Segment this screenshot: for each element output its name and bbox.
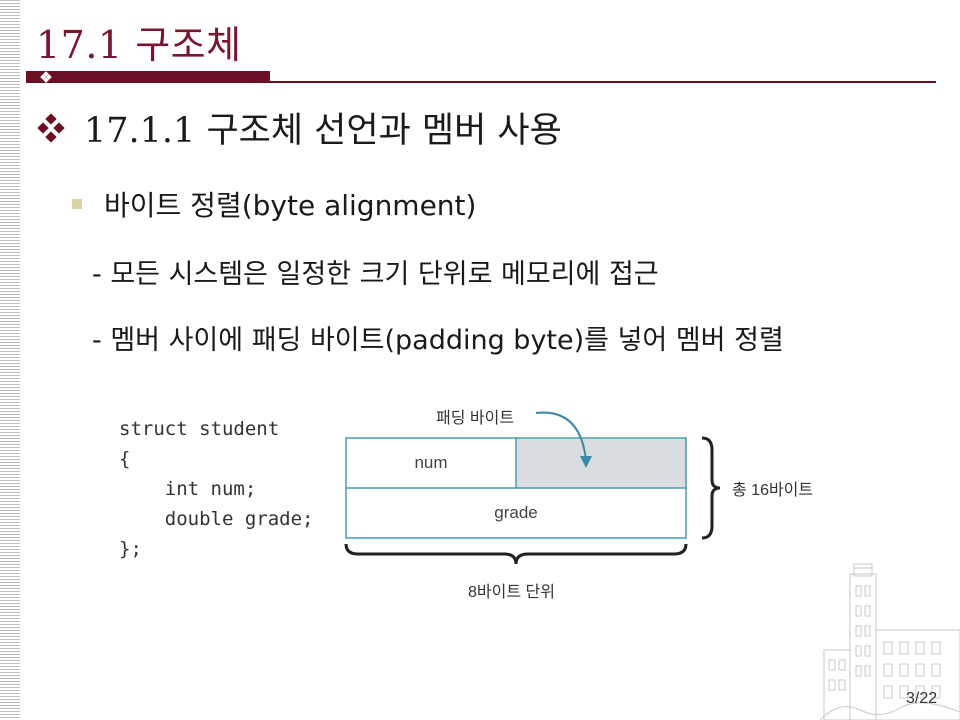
- subheading-text: 바이트 정렬(byte alignment): [104, 189, 477, 222]
- left-stripe-decoration: [0, 0, 20, 720]
- bottom-brace-icon: [344, 543, 688, 565]
- slide: 17.1 구조체 17.1.1 구조체 선언과 멤버 사용 바이트 정렬(byt…: [0, 0, 960, 720]
- slide-title: 17.1 구조체: [36, 23, 242, 67]
- padding-label: 패딩 바이트: [436, 410, 515, 427]
- code-line: struct student: [119, 418, 280, 440]
- section-heading-text: 17.1.1 구조체 선언과 멤버 사용: [84, 111, 562, 151]
- page-number: 3/22: [906, 690, 938, 707]
- point-1: - 모든 시스템은 일정한 크기 단위로 메모리에 접근: [92, 259, 659, 290]
- code-line: {: [119, 448, 131, 470]
- title-diamond-icon: [40, 71, 52, 83]
- subheading: 바이트 정렬(byte alignment): [72, 184, 476, 224]
- grade-cell-label: grade: [494, 503, 538, 522]
- code-line: double grade;: [119, 508, 314, 530]
- point-2: - 멤버 사이에 패딩 바이트(padding byte)를 넣어 멤버 정렬: [92, 325, 784, 356]
- memory-diagram-graphic: [344, 411, 721, 565]
- code-line: };: [119, 538, 142, 560]
- memory-diagram: 패딩 바이트 num grade 총 16바이트 8바이트 단위: [340, 398, 840, 608]
- padding-cell: [516, 438, 686, 488]
- right-brace-icon: [701, 436, 721, 540]
- title-underline-line: [26, 81, 936, 83]
- code-line: int num;: [119, 478, 257, 500]
- code-block: struct student { int num; double grade;};: [119, 414, 313, 564]
- building-sketch-icon: [820, 563, 960, 720]
- total-size-label: 총 16바이트: [732, 482, 814, 499]
- square-bullet-icon: [72, 199, 82, 209]
- unit-size-label: 8바이트 단위: [468, 584, 555, 601]
- section-heading: 17.1.1 구조체 선언과 멤버 사용: [36, 102, 562, 153]
- num-cell-label: num: [414, 453, 448, 472]
- diamond-cluster-icon: [37, 112, 65, 143]
